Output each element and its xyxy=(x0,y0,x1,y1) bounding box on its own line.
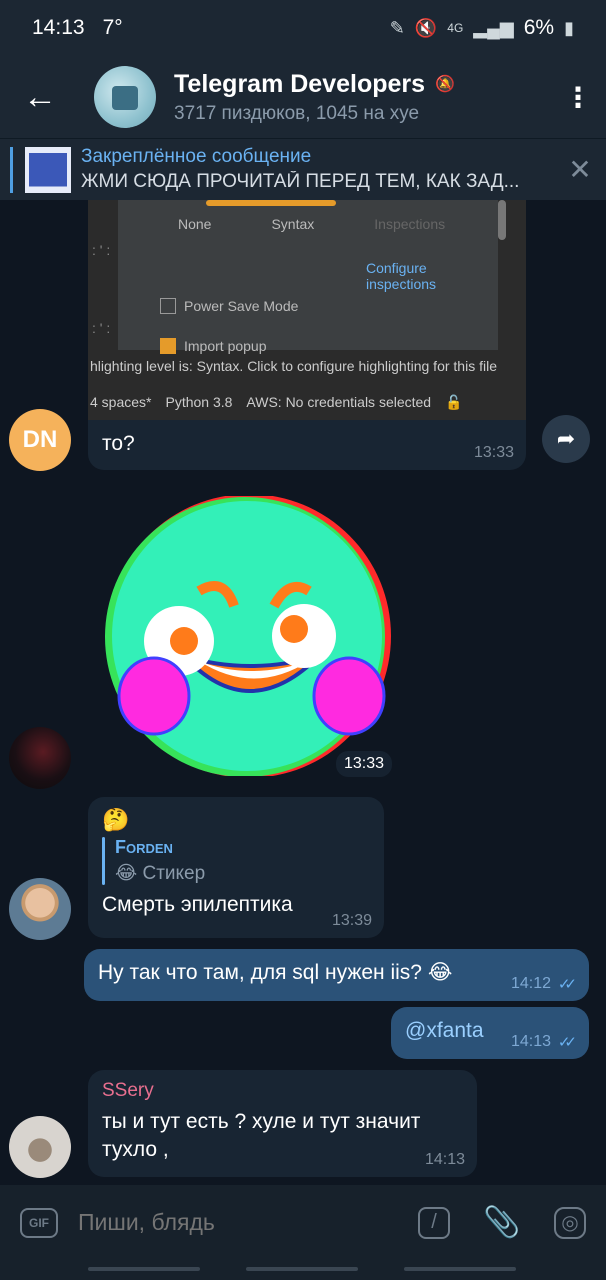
thinking-emoji: 🤔 xyxy=(102,807,130,832)
signal-icon: ▂▄▆ xyxy=(473,17,514,38)
sticker-time: 13:33 xyxy=(336,751,393,777)
ide-option-syntax: Syntax xyxy=(271,216,315,232)
system-nav-bar xyxy=(0,1260,606,1280)
checkbox-checked-icon xyxy=(160,338,176,354)
attach-icon[interactable]: 📎 xyxy=(483,1206,520,1239)
message-time: 14:13 xyxy=(510,1033,551,1050)
group-avatar[interactable] xyxy=(94,66,156,128)
avatar[interactable] xyxy=(9,727,71,789)
outgoing-message[interactable]: Ну так что там, для sql нужен iis? 😂 14:… xyxy=(84,949,589,1001)
ide-scrollbar xyxy=(498,200,506,240)
message-bubble[interactable]: 🤔 Forden 😂 Стикер Смерть эпилептика 13:3… xyxy=(88,797,384,938)
screenshot-image[interactable]: None Syntax Inspections Configure inspec… xyxy=(88,200,526,420)
reply-preview[interactable]: Forden 😂 Стикер xyxy=(102,837,370,885)
close-icon[interactable]: ✕ xyxy=(554,153,606,186)
avatar[interactable]: DN xyxy=(9,409,71,471)
ide-aws: AWS: No credentials selected xyxy=(246,394,432,410)
pinned-message[interactable]: Закреплённое сообщение ЖМИ СЮДА ПРОЧИТАЙ… xyxy=(0,138,606,200)
back-arrow-icon[interactable]: ← xyxy=(0,78,80,117)
ide-option-none: None xyxy=(178,216,212,232)
muted-icon: 🔕 xyxy=(435,76,455,93)
message-time: 13:39 xyxy=(331,912,372,929)
message-bubble[interactable]: SSery ты и тут есть ? хуле и тут значит … xyxy=(88,1070,477,1177)
ide-indent: 4 spaces* xyxy=(90,394,152,410)
checkbox-icon xyxy=(160,298,176,314)
ide-gutter-dots: : ' : xyxy=(92,242,111,258)
chat-title-block[interactable]: Telegram Developers 🔕 3717 пиздюков, 104… xyxy=(174,70,550,125)
chat-subtitle: 3717 пиздюков, 1045 на хуе xyxy=(174,102,420,124)
gif-button[interactable]: GIF xyxy=(20,1207,58,1238)
nav-recent[interactable] xyxy=(88,1267,200,1271)
chat-header: ← Telegram Developers 🔕 3717 пиздюков, 1… xyxy=(0,56,606,138)
share-icon[interactable]: ➦ xyxy=(542,415,590,463)
message-bubble[interactable]: то? 13:33 xyxy=(88,420,526,470)
avatar[interactable] xyxy=(9,1116,71,1178)
ide-popup: None Syntax Inspections Configure inspec… xyxy=(118,200,498,354)
lock-icon: 🔓 xyxy=(445,394,463,410)
laughing-sticker[interactable] xyxy=(104,496,394,776)
ide-power-save: Power Save Mode xyxy=(184,298,299,314)
status-temperature: 7° xyxy=(102,16,123,39)
message-time: 14:12 xyxy=(510,975,551,992)
camera-icon[interactable]: ◎ xyxy=(554,1206,586,1239)
ide-import-popup: Import popup xyxy=(184,338,267,354)
pinned-thumbnail xyxy=(25,146,71,193)
pen-icon: ✎ xyxy=(389,17,405,38)
message-text: Ну так что там, для sql нужен iis? 😂 xyxy=(98,961,453,984)
message-time: 13:33 xyxy=(473,444,514,461)
message-time: 14:13 xyxy=(424,1151,465,1168)
message-input[interactable] xyxy=(78,1209,418,1236)
battery-icon: ▮ xyxy=(564,17,574,38)
reply-bar xyxy=(102,837,105,885)
highlight-slider xyxy=(206,200,336,206)
chat-title: Telegram Developers xyxy=(174,69,426,98)
ide-gutter-dots: : ' : xyxy=(92,320,111,336)
read-checkmarks-icon: ✓✓ xyxy=(557,976,577,993)
status-bar: 14:13 7° ✎ 🔇 4G ▂▄▆ 6% ▮ xyxy=(0,0,606,56)
pinned-text: ЖМИ СЮДА ПРОЧИТАЙ ПЕРЕД ТЕМ, КАК ЗАД... xyxy=(81,171,520,192)
status-time: 14:13 xyxy=(32,16,85,39)
ide-python: Python 3.8 xyxy=(165,394,233,410)
chat-area: None Syntax Inspections Configure inspec… xyxy=(0,200,606,1185)
bot-command-icon[interactable]: / xyxy=(418,1206,450,1239)
pinned-title: Закреплённое сообщение xyxy=(81,146,312,167)
nav-back[interactable] xyxy=(404,1267,516,1271)
ide-status-text: hlighting level is: Syntax. Click to con… xyxy=(88,358,526,384)
message-input-bar: GIF / 📎 ◎ xyxy=(0,1185,606,1260)
network-label: 4G xyxy=(447,21,464,35)
battery-percent: 6% xyxy=(523,16,555,39)
mute-vibrate-icon: 🔇 xyxy=(414,17,438,38)
nav-home[interactable] xyxy=(246,1267,358,1271)
ide-option-inspections: Inspections xyxy=(374,216,446,232)
pinned-indicator xyxy=(10,146,13,193)
reply-text: 😂 Стикер xyxy=(115,863,206,884)
message-text: то? xyxy=(102,432,135,455)
outgoing-message[interactable]: @xfanta 14:13 ✓✓ xyxy=(391,1007,589,1059)
more-menu-icon[interactable]: ⋮ xyxy=(550,81,606,114)
message-text: Смерть эпилептика xyxy=(102,893,293,916)
message-text: ты и тут есть ? хуле и тут значит тухло … xyxy=(102,1110,421,1161)
read-checkmarks-icon: ✓✓ xyxy=(557,1034,577,1051)
reply-author: Forden xyxy=(115,837,173,857)
avatar[interactable] xyxy=(9,878,71,940)
ide-configure-link: Configure inspections xyxy=(366,260,437,292)
sender-name[interactable]: SSery xyxy=(102,1080,463,1102)
